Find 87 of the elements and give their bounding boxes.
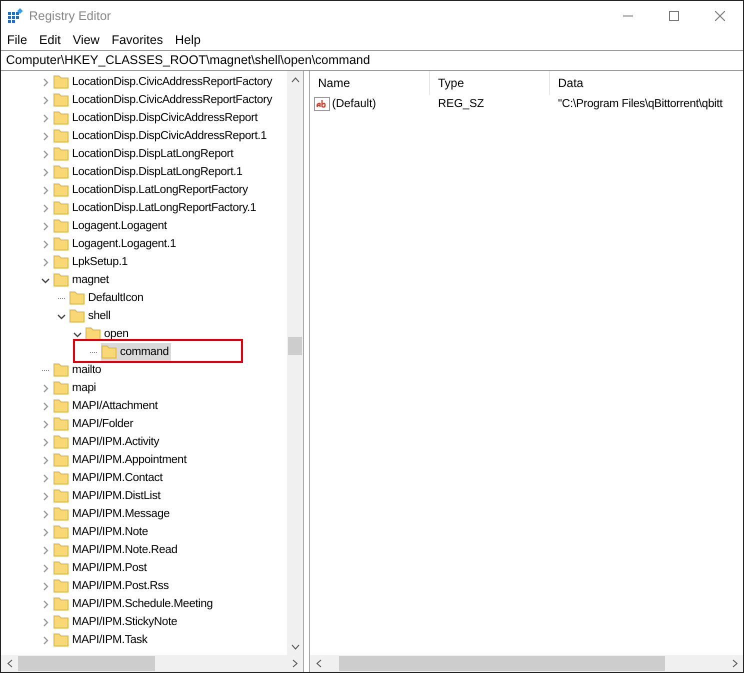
tree-item[interactable]: MAPI/IPM.Appointment (53, 451, 189, 469)
folder-icon (69, 291, 85, 305)
maximize-icon (669, 10, 679, 20)
tree-item[interactable]: LocationDisp.DispCivicAddressReport.1 (53, 127, 269, 145)
tree-item[interactable]: MAPI/IPM.Message (53, 505, 172, 523)
folder-icon (53, 237, 69, 251)
folder-icon (53, 417, 69, 431)
tree-item[interactable]: LocationDisp.CivicAddressReportFactory (53, 91, 274, 109)
menu-item[interactable]: Help (168, 33, 207, 47)
column-header[interactable]: Data (550, 71, 743, 95)
address-bar[interactable]: Computer\HKEY_CLASSES_ROOT\magnet\shell\open\command (1, 50, 743, 71)
menu-item[interactable]: File (1, 33, 34, 47)
tree-item[interactable]: MAPI/Folder (53, 415, 136, 433)
folder-icon (53, 435, 69, 449)
folder-icon (53, 489, 69, 503)
tree-item[interactable]: LocationDisp.LatLongReportFactory.1 (53, 199, 258, 217)
folder-icon (53, 507, 69, 521)
tree-item[interactable]: LocationDisp.CivicAddressReportFactory (53, 73, 274, 91)
window-title: Registry Editor (29, 8, 111, 22)
menu-item[interactable]: Edit (33, 33, 67, 47)
tree-item[interactable]: Logagent.Logagent.1 (53, 235, 178, 253)
folder-icon (101, 345, 117, 359)
tree-item[interactable]: MAPI/IPM.DistList (53, 487, 162, 505)
folder-icon (69, 309, 85, 323)
tree-item[interactable]: MAPI/IPM.Post.Rss (53, 577, 171, 595)
tree-item[interactable]: LocationDisp.LatLongReportFactory (53, 181, 250, 199)
tree-item[interactable]: LpkSetup.1 (53, 253, 130, 271)
scrollbar-thumb[interactable] (339, 656, 665, 671)
app-icon (7, 8, 23, 24)
tree-item[interactable]: MAPI/IPM.StickyNote (53, 613, 180, 631)
tree-item[interactable]: MAPI/IPM.Contact (53, 469, 165, 487)
folder-icon (53, 363, 69, 377)
table-cell-text: REG_SZ (437, 98, 486, 110)
tree-item[interactable]: command (101, 343, 171, 361)
menu-item[interactable]: Favorites (106, 33, 169, 47)
chevron-icon[interactable] (72, 330, 82, 338)
folder-icon (53, 255, 69, 269)
folder-icon (53, 93, 69, 107)
folder-icon (85, 327, 101, 341)
tree-item[interactable]: mapi (53, 379, 98, 397)
table-cell-text: "C:\Program Files\qBittorrent\qbitt (557, 98, 724, 110)
tree-item[interactable]: MAPI/Attachment (53, 397, 160, 415)
tree-item[interactable]: LocationDisp.DispLatLongReport (53, 145, 236, 163)
string-value-icon (314, 97, 330, 111)
scrollbar-thumb[interactable] (18, 656, 155, 671)
tree-item[interactable]: LocationDisp.DispLatLongReport.1 (53, 163, 244, 181)
tree-item[interactable]: magnet (53, 271, 111, 289)
folder-icon (53, 615, 69, 629)
folder-icon (53, 273, 69, 287)
scrollbar-thumb[interactable] (288, 337, 302, 355)
folder-icon (53, 471, 69, 485)
column-header[interactable]: Type (430, 71, 550, 95)
tree-item[interactable]: LocationDisp.DispCivicAddressReport (53, 109, 260, 127)
tree-item[interactable]: MAPI/IPM.Note.Read (53, 541, 180, 559)
folder-icon (53, 147, 69, 161)
folder-icon (53, 453, 69, 467)
folder-icon (53, 183, 69, 197)
folder-icon (53, 633, 69, 647)
tree-item[interactable]: mailto (53, 361, 104, 379)
folder-icon (53, 75, 69, 89)
folder-icon (53, 381, 69, 395)
tree-item[interactable]: MAPI/IPM.Activity (53, 433, 162, 451)
table-cell: (Default) (332, 98, 376, 110)
tree-item[interactable]: MAPI/IPM.Schedule.Meeting (53, 595, 215, 613)
chevron-icon[interactable] (56, 312, 66, 320)
close-icon (715, 10, 725, 20)
folder-icon (53, 525, 69, 539)
chevron-icon[interactable] (40, 276, 50, 284)
tree-item[interactable]: MAPI/IPM.Post (53, 559, 149, 577)
column-header[interactable]: Name (310, 71, 430, 95)
menu-item[interactable]: View (66, 33, 106, 47)
folder-icon (53, 597, 69, 611)
folder-icon (53, 399, 69, 413)
folder-icon (53, 579, 69, 593)
tree-item[interactable]: open (85, 325, 131, 343)
tree-item[interactable]: MAPI/IPM.Note (53, 523, 150, 541)
folder-icon (53, 165, 69, 179)
folder-icon (53, 561, 69, 575)
folder-icon (53, 219, 69, 233)
tree-item[interactable]: shell (69, 307, 112, 325)
folder-icon (53, 201, 69, 215)
tree-item[interactable]: MAPI/IPM.Task (53, 631, 150, 649)
tree-item[interactable]: DefaultIcon (69, 289, 146, 307)
folder-icon (53, 111, 69, 125)
tree-item[interactable]: Logagent.Logagent (53, 217, 169, 235)
folder-icon (53, 543, 69, 557)
folder-icon (53, 129, 69, 143)
